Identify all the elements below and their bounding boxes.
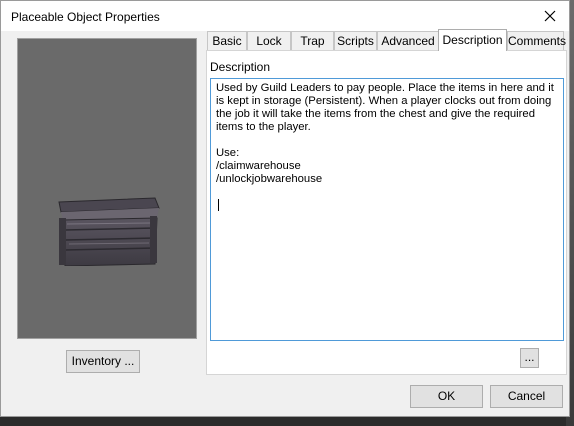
description-text: Used by Guild Leaders to pay people. Pla… <box>216 82 554 185</box>
description-panel: Description Used by Guild Leaders to pay… <box>206 50 567 375</box>
description-label: Description <box>210 60 271 74</box>
tab-trap[interactable]: Trap <box>291 31 334 50</box>
inventory-button[interactable]: Inventory ... <box>66 350 140 373</box>
model-preview <box>17 38 197 339</box>
properties-dialog: Placeable Object Properties Inventory ..… <box>0 0 570 417</box>
tab-comments[interactable]: Comments <box>507 31 566 50</box>
chest-model-icon <box>58 197 160 266</box>
description-textarea[interactable]: Used by Guild Leaders to pay people. Pla… <box>210 78 564 341</box>
cancel-button[interactable]: Cancel <box>490 385 563 408</box>
tab-scripts[interactable]: Scripts <box>334 31 377 50</box>
title-bar: Placeable Object Properties <box>1 1 569 31</box>
text-caret <box>218 199 219 211</box>
window-title: Placeable Object Properties <box>11 10 160 24</box>
close-icon <box>544 10 556 22</box>
tab-description[interactable]: Description <box>438 29 507 51</box>
ok-button[interactable]: OK <box>410 385 483 408</box>
close-button[interactable] <box>535 4 565 28</box>
tab-advanced[interactable]: Advanced <box>377 31 439 50</box>
browse-button[interactable]: ... <box>520 348 539 368</box>
tab-bar: Basic Lock Trap Scripts Advanced Descrip… <box>207 29 567 51</box>
tab-lock[interactable]: Lock <box>247 31 291 50</box>
tab-basic[interactable]: Basic <box>207 31 247 50</box>
